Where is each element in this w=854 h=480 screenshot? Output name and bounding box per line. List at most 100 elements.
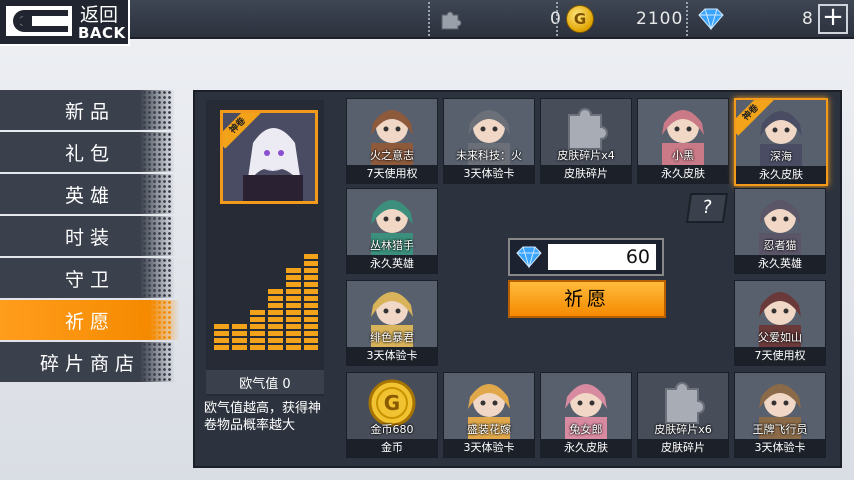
nav-item-skins[interactable]: 时装 <box>0 216 180 256</box>
wish-cost-box: 60 <box>508 238 664 276</box>
item-card-future-tech-fire[interactable]: 未来科技：火 3天体验卡 <box>443 98 535 184</box>
item-card-crimson-tyrant[interactable]: 绯色暴君 3天体验卡 <box>346 280 438 366</box>
luck-bar-segment <box>286 289 301 294</box>
luck-bar-segment <box>304 289 318 294</box>
luck-bar-segment <box>250 324 265 329</box>
luck-bar-segment <box>304 275 318 280</box>
luck-bar-segment <box>286 345 301 350</box>
luck-bar-segment <box>286 275 301 280</box>
add-gems-button[interactable]: + <box>818 4 848 34</box>
item-type: 永久皮肤 <box>541 439 631 457</box>
back-label-en: BACK <box>78 24 126 42</box>
featured-item-portrait[interactable]: 神卷 <box>220 110 318 204</box>
coin-counter: G 2100 <box>556 2 684 36</box>
item-type: 皮肤碎片 <box>638 439 728 457</box>
luck-bar-segment <box>232 338 247 343</box>
luck-bar-segment <box>268 324 283 329</box>
item-name: 王牌飞行员 <box>752 423 808 436</box>
shop-category-nav: 新品 礼包 英雄 时装 守卫 祈愿 碎片商店 <box>0 90 180 384</box>
luck-bar-segment <box>232 331 247 336</box>
luck-bar-segment <box>268 317 283 322</box>
item-name: 父爱如山 <box>758 331 802 344</box>
luck-bar-segment <box>268 310 283 315</box>
luck-bar-segment <box>286 296 301 301</box>
luck-meter: 神卷 <box>206 100 324 396</box>
item-card-bunny-girl[interactable]: 兔女郎 永久皮肤 <box>540 372 632 458</box>
luck-bar-segment <box>304 261 318 266</box>
back-arrow-icon <box>6 6 72 36</box>
item-name: 兔女郎 <box>569 423 603 436</box>
item-type: 永久皮肤 <box>736 166 826 184</box>
luck-bar-segment <box>250 338 265 343</box>
luck-bar-segment <box>304 296 318 301</box>
luck-bar-segment <box>250 331 265 336</box>
item-type: 3天体验卡 <box>735 439 825 457</box>
nav-item-fragment-shop[interactable]: 碎片商店 <box>0 342 180 382</box>
nav-item-heroes[interactable]: 英雄 <box>0 174 180 214</box>
nav-item-gift-pack[interactable]: 礼包 <box>0 132 180 172</box>
item-card-xiaohei[interactable]: 小黑 永久皮肤 <box>637 98 729 184</box>
item-type: 永久皮肤 <box>638 165 728 183</box>
luck-bar-segment <box>214 324 229 329</box>
item-card-fire-will[interactable]: 火之意志 7天使用权 <box>346 98 438 184</box>
luck-bar-segment <box>304 345 318 350</box>
luck-bar-segment <box>304 303 318 308</box>
luck-bar-segment <box>286 324 301 329</box>
gem-counter: 8 <box>686 2 813 36</box>
diamond-icon <box>698 8 724 30</box>
item-type: 3天体验卡 <box>444 439 534 457</box>
coin-count: 2100 <box>636 9 684 29</box>
item-card-ace-pilot[interactable]: 王牌飞行员 3天体验卡 <box>734 372 826 458</box>
item-name: 未来科技：火 <box>456 149 522 162</box>
luck-bar-segment <box>214 345 229 350</box>
luck-description: 欧气值越高，获得神卷物品概率越大 <box>204 401 322 433</box>
puzzle-icon <box>441 11 462 30</box>
luck-bar-segment <box>304 338 318 343</box>
luck-bar-segment <box>286 338 301 343</box>
nav-item-new[interactable]: 新品 <box>0 90 180 130</box>
item-card-bridal-dress[interactable]: 盛装花嫁 3天体验卡 <box>443 372 535 458</box>
item-type: 金币 <box>347 439 437 457</box>
luck-bar-segment <box>250 317 265 322</box>
luck-bar-segment <box>286 268 301 273</box>
item-type: 7天使用权 <box>347 165 437 183</box>
item-name: 盛装花嫁 <box>467 423 511 436</box>
luck-bar-segment <box>286 282 301 287</box>
luck-bar-segment <box>304 317 318 322</box>
item-type: 皮肤碎片 <box>541 165 631 183</box>
item-type: 3天体验卡 <box>347 347 437 365</box>
luck-bar-segment <box>232 324 247 329</box>
luck-bar-segment <box>214 331 229 336</box>
item-card-skin-fragment-6[interactable]: 皮肤碎片x6 皮肤碎片 <box>637 372 729 458</box>
luck-bar-segment <box>268 338 283 343</box>
luck-bar-segment <box>304 324 318 329</box>
luck-bar-segment <box>286 331 301 336</box>
gem-count: 8 <box>802 9 813 29</box>
luck-bar-segment <box>268 331 283 336</box>
luck-bar-segment <box>268 303 283 308</box>
nav-item-guard[interactable]: 守卫 <box>0 258 180 298</box>
item-name: 皮肤碎片x6 <box>654 423 712 436</box>
luck-bar-segment <box>268 345 283 350</box>
svg-text:G: G <box>384 391 400 415</box>
luck-bar-segment <box>286 317 301 322</box>
item-type: 永久英雄 <box>735 255 825 273</box>
help-button[interactable]: ? <box>685 193 729 223</box>
item-card-ninja-cat[interactable]: 忍者猫 永久英雄 <box>734 188 826 274</box>
item-card-fatherly-love[interactable]: 父爱如山 7天使用权 <box>734 280 826 366</box>
luck-value-label: 欧气值 0 <box>206 370 324 394</box>
luck-bar-segment <box>268 289 283 294</box>
fragment-counter: 0 <box>428 2 561 36</box>
coin-icon: G <box>566 5 594 33</box>
item-card-deep-sea[interactable]: 深海 永久皮肤 神卷 <box>734 98 828 186</box>
item-name: 金币680 <box>370 423 414 436</box>
nav-item-wish[interactable]: 祈愿 <box>0 300 180 340</box>
item-card-gold-680[interactable]: G 金币680 金币 <box>346 372 438 458</box>
wish-button[interactable]: 祈愿 <box>508 280 666 318</box>
item-name: 丛林猎手 <box>370 239 414 252</box>
item-card-skin-fragment-4[interactable]: 皮肤碎片x4 皮肤碎片 <box>540 98 632 184</box>
luck-bar-segment <box>250 345 265 350</box>
item-card-jungle-hunter[interactable]: 丛林猎手 永久英雄 <box>346 188 438 274</box>
item-type: 7天使用权 <box>735 347 825 365</box>
back-button[interactable]: 返回 BACK <box>0 0 130 46</box>
